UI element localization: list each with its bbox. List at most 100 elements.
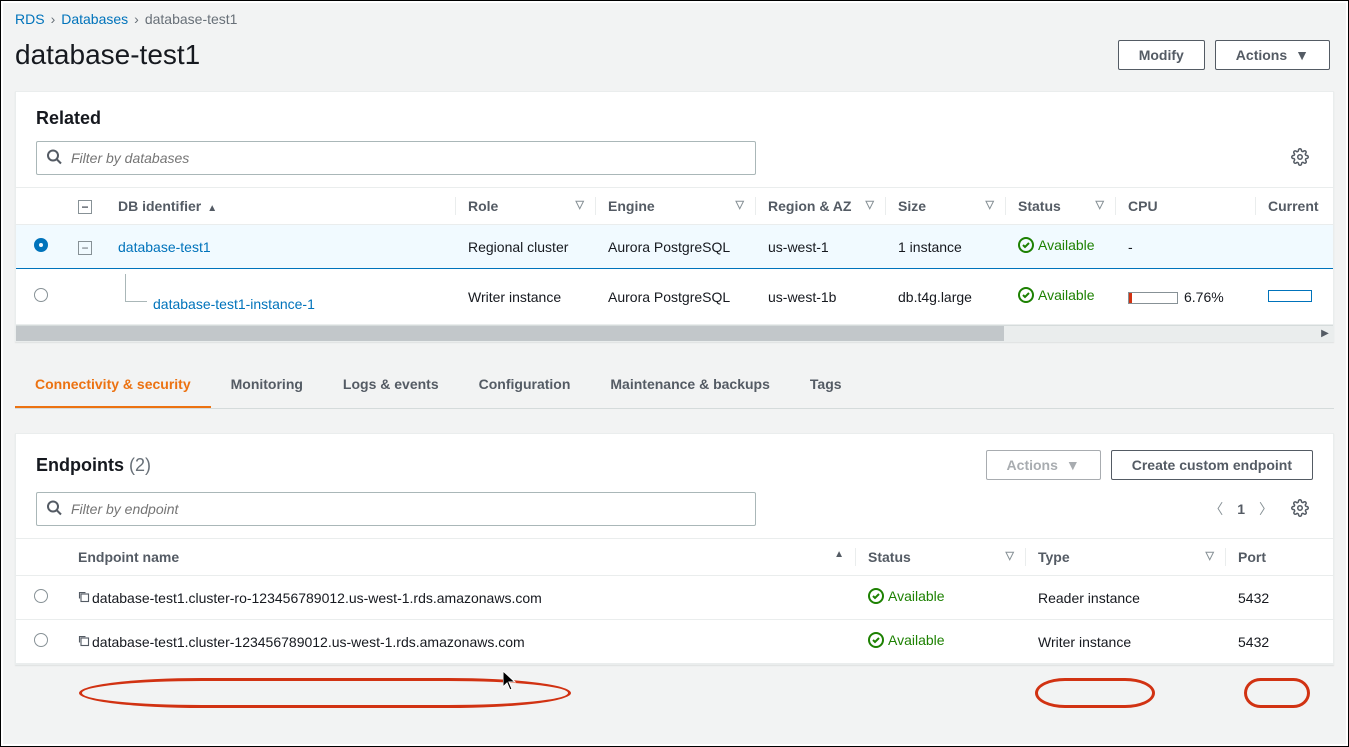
filter-icon[interactable]: ▽ <box>866 198 874 211</box>
db-link[interactable]: database-test1 <box>118 239 211 255</box>
copy-icon[interactable] <box>78 634 90 650</box>
filter-icon[interactable]: ▽ <box>736 198 744 211</box>
scroll-right-icon[interactable]: ▶ <box>1317 326 1333 341</box>
endpoints-title: Endpoints (2) <box>36 455 151 476</box>
settings-gear-icon[interactable] <box>1287 144 1313 173</box>
endpoints-actions-button[interactable]: Actions▼ <box>986 450 1101 480</box>
col-type[interactable]: Type <box>1038 549 1070 565</box>
endpoints-filter-input[interactable] <box>36 492 756 526</box>
search-icon <box>46 500 62 519</box>
table-row[interactable]: − database-test1 Regional cluster Aurora… <box>16 225 1333 269</box>
endpoints-filter[interactable] <box>36 492 756 526</box>
search-icon <box>46 149 62 168</box>
scrollbar-thumb[interactable] <box>16 326 1004 341</box>
cell-size: 1 instance <box>886 225 1006 269</box>
col-engine[interactable]: Engine <box>608 198 655 214</box>
col-port[interactable]: Port <box>1238 549 1266 565</box>
tab-connectivity-security[interactable]: Connectivity & security <box>15 362 211 408</box>
tab-monitoring[interactable]: Monitoring <box>211 362 323 408</box>
table-row[interactable]: database-test1-instance-1 Writer instanc… <box>16 269 1333 325</box>
caret-down-icon: ▼ <box>1295 47 1309 63</box>
table-row[interactable]: database-test1.cluster-ro-123456789012.u… <box>16 576 1333 620</box>
cell-engine: Aurora PostgreSQL <box>596 225 756 269</box>
related-panel: Related − DB identifier ▲ Role ▽ Engine ▽ R… <box>15 91 1334 342</box>
sort-asc-icon: ▲ <box>207 203 217 214</box>
endpoint-type: Reader instance <box>1026 576 1226 620</box>
filter-icon[interactable]: ▽ <box>1096 198 1104 211</box>
col-region[interactable]: Region & AZ <box>768 198 851 214</box>
tab-logs-events[interactable]: Logs & events <box>323 362 459 408</box>
modify-button[interactable]: Modify <box>1118 40 1205 70</box>
sort-asc-icon: ▲ <box>834 549 844 560</box>
current-activity-bar <box>1268 290 1312 302</box>
endpoint-name: database-test1.cluster-123456789012.us-w… <box>66 620 856 664</box>
db-link[interactable]: database-test1-instance-1 <box>153 296 315 312</box>
col-status[interactable]: Status <box>868 549 911 565</box>
cell-region: us-west-1 <box>756 225 886 269</box>
col-size[interactable]: Size <box>898 198 926 214</box>
page-number: 1 <box>1237 501 1245 517</box>
radio-select[interactable] <box>34 288 48 302</box>
col-role[interactable]: Role <box>468 198 498 214</box>
annotation-circle <box>79 678 571 708</box>
status-badge: Available <box>1018 237 1095 253</box>
filter-icon[interactable]: ▽ <box>576 198 584 211</box>
horizontal-scrollbar[interactable]: ◀ ▶ <box>16 325 1333 341</box>
breadcrumb-current: database-test1 <box>145 11 238 27</box>
endpoints-panel: Endpoints (2) Actions▼ Create custom end… <box>15 433 1334 665</box>
tab-tags[interactable]: Tags <box>790 362 862 408</box>
chevron-right-icon: › <box>51 11 56 27</box>
annotation-circle <box>1244 678 1310 708</box>
filter-icon[interactable]: ▽ <box>1206 549 1214 562</box>
status-badge: Available <box>868 588 945 604</box>
radio-select[interactable] <box>34 633 48 647</box>
annotation-circle <box>1035 678 1155 708</box>
endpoints-table: Endpoint name ▲ Status ▽ Type ▽ Port databa… <box>16 538 1333 664</box>
breadcrumb: RDS › Databases › database-test1 <box>3 3 1346 35</box>
detail-tabs: Connectivity & security Monitoring Logs … <box>15 362 1334 409</box>
page-title: database-test1 <box>15 39 200 71</box>
tab-configuration[interactable]: Configuration <box>459 362 591 408</box>
endpoint-name: database-test1.cluster-ro-123456789012.u… <box>66 576 856 620</box>
cell-size: db.t4g.large <box>886 269 1006 325</box>
col-db-identifier[interactable]: DB identifier <box>118 198 201 214</box>
chevron-right-icon: › <box>134 11 139 27</box>
settings-gear-icon[interactable] <box>1287 495 1313 524</box>
col-cpu[interactable]: CPU <box>1128 198 1158 214</box>
cell-role: Regional cluster <box>456 225 596 269</box>
table-row[interactable]: database-test1.cluster-123456789012.us-w… <box>16 620 1333 664</box>
col-endpoint-name[interactable]: Endpoint name <box>78 549 179 565</box>
filter-icon[interactable]: ▽ <box>986 198 994 211</box>
cell-cpu: - <box>1116 225 1256 269</box>
endpoint-type: Writer instance <box>1026 620 1226 664</box>
status-badge: Available <box>1018 287 1095 303</box>
tab-maintenance-backups[interactable]: Maintenance & backups <box>590 362 790 408</box>
related-table: − DB identifier ▲ Role ▽ Engine ▽ Region & … <box>16 187 1333 325</box>
collapse-icon[interactable]: − <box>78 241 92 255</box>
status-badge: Available <box>868 632 945 648</box>
page-next-icon[interactable]: 〉 <box>1259 499 1273 519</box>
radio-select[interactable] <box>34 589 48 603</box>
filter-icon[interactable]: ▽ <box>1006 549 1014 562</box>
cell-role: Writer instance <box>456 269 596 325</box>
col-current[interactable]: Current <box>1268 198 1319 214</box>
breadcrumb-rds[interactable]: RDS <box>15 11 45 27</box>
page-prev-icon[interactable]: 〈 <box>1209 499 1223 519</box>
cell-cpu: 6.76% <box>1116 269 1256 325</box>
cell-engine: Aurora PostgreSQL <box>596 269 756 325</box>
related-filter[interactable] <box>36 141 756 175</box>
copy-icon[interactable] <box>78 590 90 606</box>
create-custom-endpoint-button[interactable]: Create custom endpoint <box>1111 450 1313 480</box>
expand-all-icon[interactable]: − <box>78 200 92 214</box>
actions-button[interactable]: Actions▼ <box>1215 40 1330 70</box>
radio-select[interactable] <box>34 238 48 252</box>
related-title: Related <box>36 108 101 129</box>
endpoint-port: 5432 <box>1226 576 1333 620</box>
cursor-icon <box>503 671 517 691</box>
breadcrumb-databases[interactable]: Databases <box>61 11 128 27</box>
tree-line-icon <box>125 274 147 302</box>
col-status[interactable]: Status <box>1018 198 1061 214</box>
caret-down-icon: ▼ <box>1066 457 1080 473</box>
related-filter-input[interactable] <box>36 141 756 175</box>
endpoint-port: 5432 <box>1226 620 1333 664</box>
